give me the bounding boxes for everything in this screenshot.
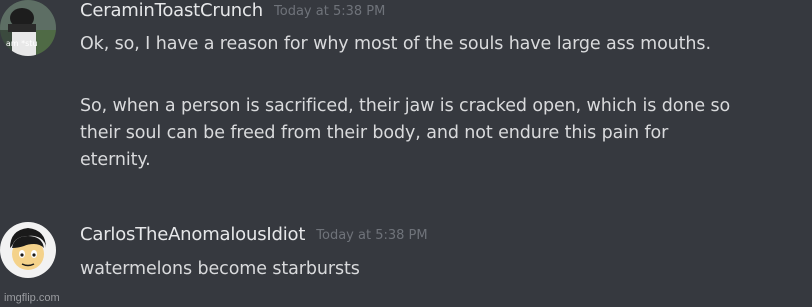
username[interactable]: CeraminToastCrunch [80, 0, 263, 21]
message-line: Ok, so, I have a reason for why most of … [80, 34, 711, 54]
message-header: CeraminToastCrunch Today at 5:38 PM [80, 0, 385, 21]
message-line: eternity. [80, 150, 151, 170]
username[interactable]: CarlosTheAnomalousIdiot [80, 224, 305, 245]
message-line: their soul can be freed from their body,… [80, 123, 669, 143]
message-header: CarlosTheAnomalousIdiot Today at 5:38 PM [80, 224, 428, 245]
message-line: watermelons become starbursts [80, 259, 360, 279]
timestamp: Today at 5:38 PM [274, 4, 386, 19]
message-line: So, when a person is sacrificed, their j… [80, 96, 731, 116]
avatar-image: I am *stu [0, 0, 56, 56]
message-paragraph: So, when a person is sacrificed, their j… [80, 93, 800, 174]
avatar-image [0, 222, 56, 278]
avatar-text: I am *stu [1, 39, 38, 48]
avatar[interactable]: I am *stu [0, 0, 56, 56]
avatar[interactable] [0, 222, 56, 278]
timestamp: Today at 5:38 PM [316, 228, 428, 243]
watermark: imgflip.com [4, 292, 60, 304]
